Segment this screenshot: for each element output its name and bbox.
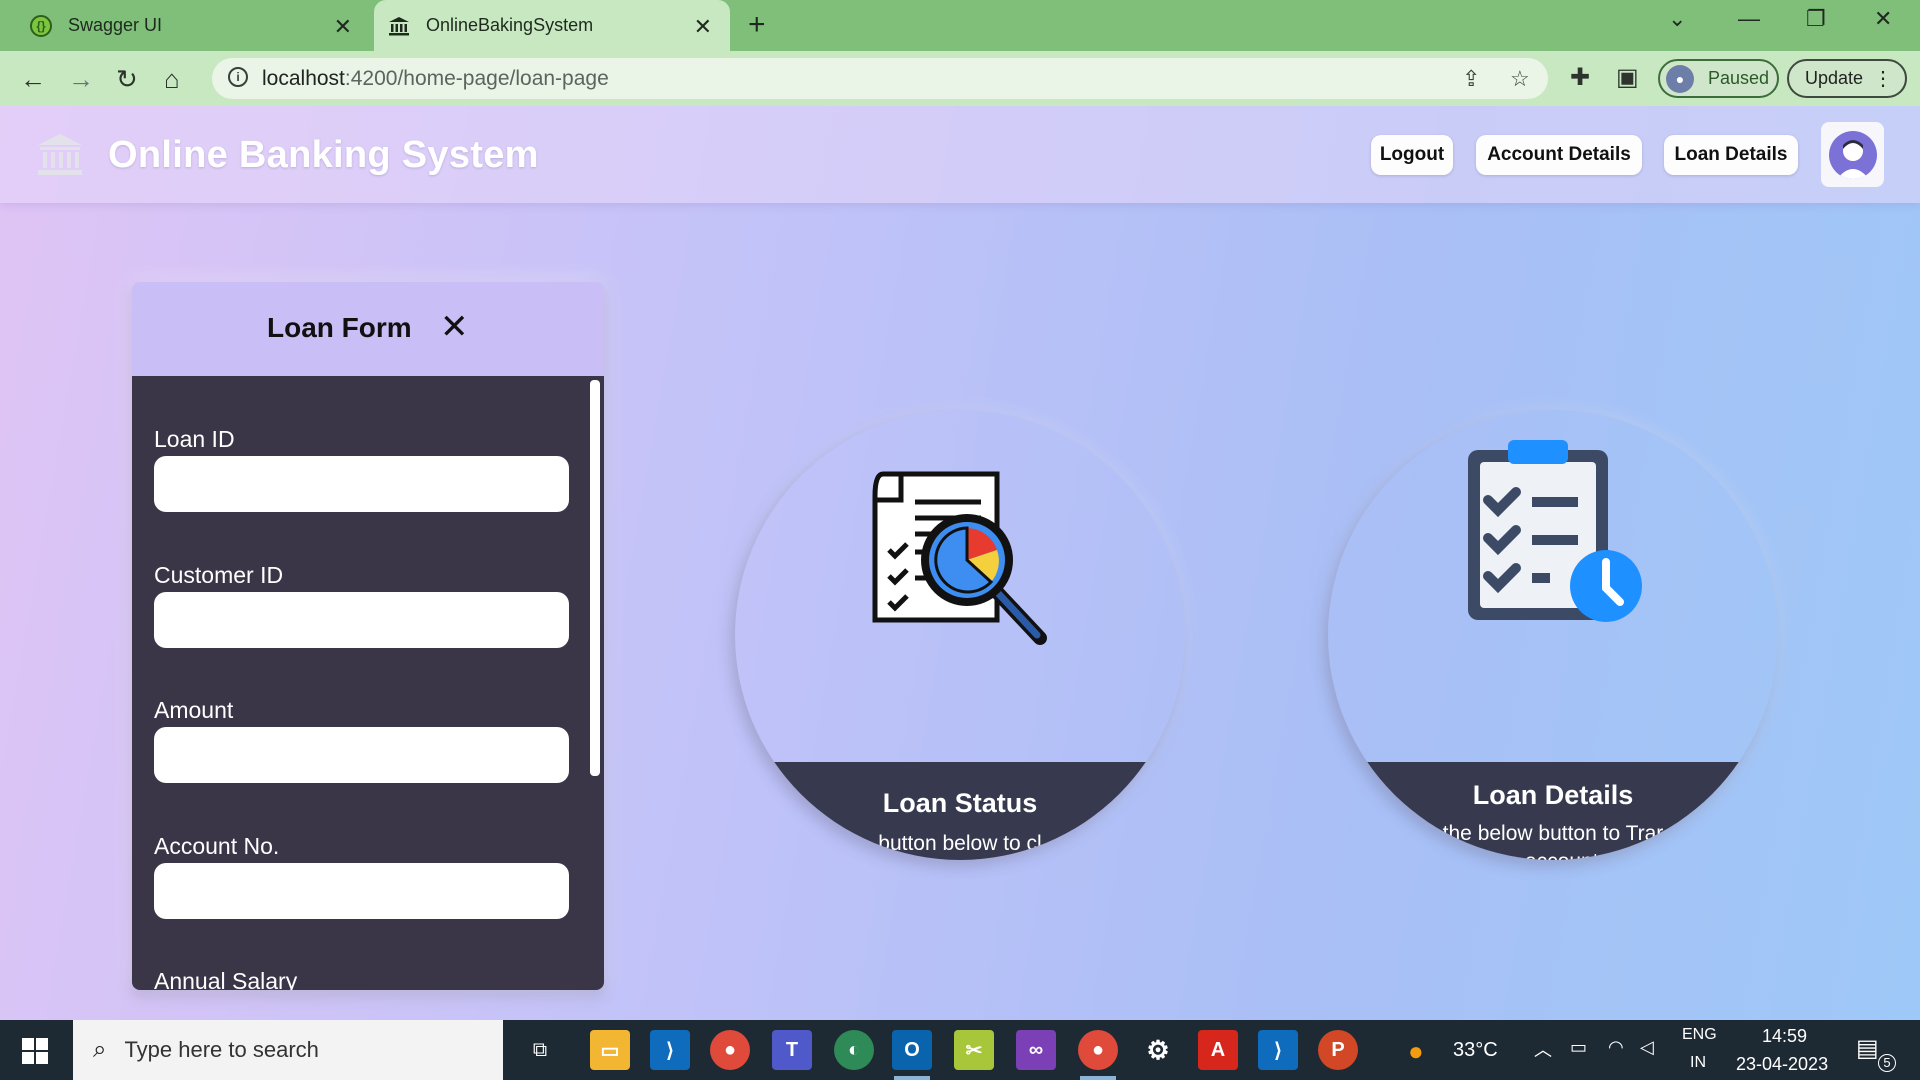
- globe-icon[interactable]: ◐: [834, 1030, 874, 1070]
- form-scrollbar[interactable]: [590, 380, 600, 776]
- window-close-icon[interactable]: ✕: [1874, 6, 1892, 32]
- loan-details-subtitle-2: e account: [1328, 850, 1778, 860]
- windows-start-icon[interactable]: [22, 1038, 48, 1064]
- back-icon[interactable]: ←: [20, 64, 46, 95]
- site-info-icon[interactable]: i: [228, 67, 248, 87]
- extensions-icon[interactable]: ✚: [1570, 63, 1590, 92]
- visual-studio-icon[interactable]: ∞: [1016, 1030, 1056, 1070]
- vscode-2-icon[interactable]: ⟩: [1258, 1030, 1298, 1070]
- bank-icon: [388, 15, 410, 37]
- active-indicator: [1080, 1076, 1116, 1080]
- update-label: Update: [1805, 68, 1864, 88]
- vscode-icon[interactable]: ⟩: [650, 1030, 690, 1070]
- profile-avatar: ●: [1666, 64, 1694, 93]
- logout-button[interactable]: Logout: [1371, 135, 1453, 175]
- customer-id-input[interactable]: [154, 592, 569, 648]
- outlook-icon[interactable]: O: [892, 1030, 932, 1070]
- loan-form-title: Loan Form: [267, 312, 412, 343]
- weather-sun-icon[interactable]: ●: [1408, 1036, 1424, 1067]
- loan-status-subtitle: button below to cl: [878, 832, 1042, 855]
- language-bottom[interactable]: IN: [1690, 1054, 1706, 1072]
- loan-id-label: Loan ID: [154, 426, 235, 452]
- tab-swagger-ui[interactable]: {} Swagger UI ✕: [0, 0, 370, 51]
- home-icon[interactable]: ⌂: [164, 64, 180, 95]
- amount-label: Amount: [154, 697, 234, 723]
- loan-id-input[interactable]: [154, 456, 569, 512]
- minimize-icon[interactable]: —: [1738, 6, 1760, 32]
- loan-details-band: Loan Details the below button to Trar e …: [1328, 762, 1778, 860]
- page-viewport: Online Banking System Logout Account Det…: [0, 106, 1920, 1020]
- acrobat-icon[interactable]: A: [1198, 1030, 1238, 1070]
- taskbar-search[interactable]: ⌕ Type here to search: [73, 1020, 503, 1080]
- reload-icon[interactable]: ↻: [116, 64, 138, 95]
- restore-icon[interactable]: ❐: [1806, 6, 1826, 32]
- loan-details-button[interactable]: Loan Details: [1664, 135, 1798, 175]
- teams-icon[interactable]: T: [772, 1030, 812, 1070]
- chrome-profile-icon[interactable]: ●: [1078, 1030, 1118, 1070]
- clock-date[interactable]: 23-04-2023: [1736, 1054, 1828, 1075]
- bookmark-star-icon[interactable]: ☆: [1510, 66, 1530, 92]
- account-no-input[interactable]: [154, 863, 569, 919]
- active-indicator: [894, 1076, 930, 1080]
- file-explorer-icon[interactable]: ▭: [590, 1030, 630, 1070]
- loan-status-title: Loan Status: [882, 788, 1038, 818]
- app-header: Online Banking System Logout Account Det…: [0, 106, 1920, 203]
- browser-toolbar: ← → ↻ ⌂ i localhost:4200/home-page/loan-…: [0, 51, 1920, 106]
- browser-tab-strip: {} Swagger UI ✕ OnlineBakingSystem ✕ + ⌄…: [0, 0, 1920, 51]
- tray-chevron-icon[interactable]: ︿: [1534, 1036, 1552, 1062]
- tab-label: OnlineBakingSystem: [426, 15, 594, 35]
- battery-icon[interactable]: ▭: [1570, 1037, 1587, 1058]
- notification-count: 5: [1878, 1054, 1896, 1072]
- share-icon[interactable]: ⇪: [1462, 66, 1480, 92]
- chrome-icon[interactable]: ●: [710, 1030, 750, 1070]
- update-button[interactable]: Update ⋮: [1787, 59, 1907, 98]
- volume-icon[interactable]: ◁: [1640, 1037, 1654, 1058]
- search-icon: ⌕: [93, 1036, 107, 1063]
- customer-id-label: Customer ID: [154, 562, 284, 588]
- loan-details-card[interactable]: Loan Details the below button to Trar e …: [1328, 410, 1778, 860]
- tab-label: Swagger UI: [68, 15, 163, 35]
- swagger-icon: {}: [30, 14, 52, 37]
- account-details-button[interactable]: Account Details: [1476, 135, 1642, 175]
- snipping-tool-icon[interactable]: ✂: [954, 1030, 994, 1070]
- close-icon[interactable]: ✕: [694, 14, 712, 40]
- menu-icon[interactable]: ⋮: [1873, 66, 1893, 91]
- weather-temp[interactable]: 33°C: [1453, 1039, 1498, 1062]
- app-title: Online Banking System: [108, 134, 539, 176]
- task-view-icon[interactable]: ⧉: [520, 1030, 560, 1070]
- annual-salary-label: Annual Salary: [154, 968, 298, 990]
- language-top[interactable]: ENG: [1682, 1026, 1717, 1044]
- tab-search-icon[interactable]: ⌄: [1668, 6, 1686, 32]
- wifi-icon[interactable]: ◠: [1608, 1037, 1624, 1058]
- address-bar[interactable]: i localhost:4200/home-page/loan-page ⇪ ☆: [212, 58, 1548, 99]
- search-placeholder: Type here to search: [124, 1037, 319, 1062]
- url-text: localhost:4200/home-page/loan-page: [262, 67, 609, 90]
- tab-online-baking-system[interactable]: OnlineBakingSystem ✕: [374, 0, 730, 51]
- loan-form-header: Loan Form ✕: [132, 282, 604, 376]
- loan-form-body: Loan ID Customer ID Amount Account No. A…: [132, 376, 604, 990]
- loan-form-card: Loan Form ✕ Loan ID Customer ID Amount A…: [132, 282, 604, 990]
- amount-input[interactable]: [154, 727, 569, 783]
- loan-status-card[interactable]: Loan Status button below to cl: [735, 410, 1185, 860]
- account-no-label: Account No.: [154, 833, 280, 859]
- loan-status-band: Loan Status button below to cl: [735, 762, 1185, 860]
- profile-status: Paused: [1708, 68, 1770, 88]
- close-icon[interactable]: ✕: [440, 310, 469, 344]
- loan-details-title: Loan Details: [1472, 780, 1634, 810]
- notifications-icon[interactable]: ▤: [1856, 1034, 1879, 1063]
- close-icon[interactable]: ✕: [334, 14, 352, 40]
- settings-gear-icon[interactable]: ⚙: [1138, 1030, 1178, 1070]
- powerpoint-icon[interactable]: P: [1318, 1030, 1358, 1070]
- user-avatar-button[interactable]: [1821, 122, 1884, 187]
- loan-details-subtitle: the below button to Trar: [1442, 822, 1664, 845]
- side-panel-icon[interactable]: ▣: [1616, 63, 1639, 92]
- new-tab-icon[interactable]: +: [748, 8, 766, 42]
- clock-time[interactable]: 14:59: [1762, 1026, 1807, 1047]
- user-avatar-icon: [1828, 130, 1877, 179]
- windows-taskbar: ⌕ Type here to search ⧉ ▭ ⟩ ● T ◐ O ✂ ∞ …: [0, 1020, 1920, 1080]
- bank-icon: [36, 132, 84, 176]
- forward-icon[interactable]: →: [68, 64, 94, 95]
- profile-button[interactable]: ● Paused: [1658, 59, 1779, 98]
